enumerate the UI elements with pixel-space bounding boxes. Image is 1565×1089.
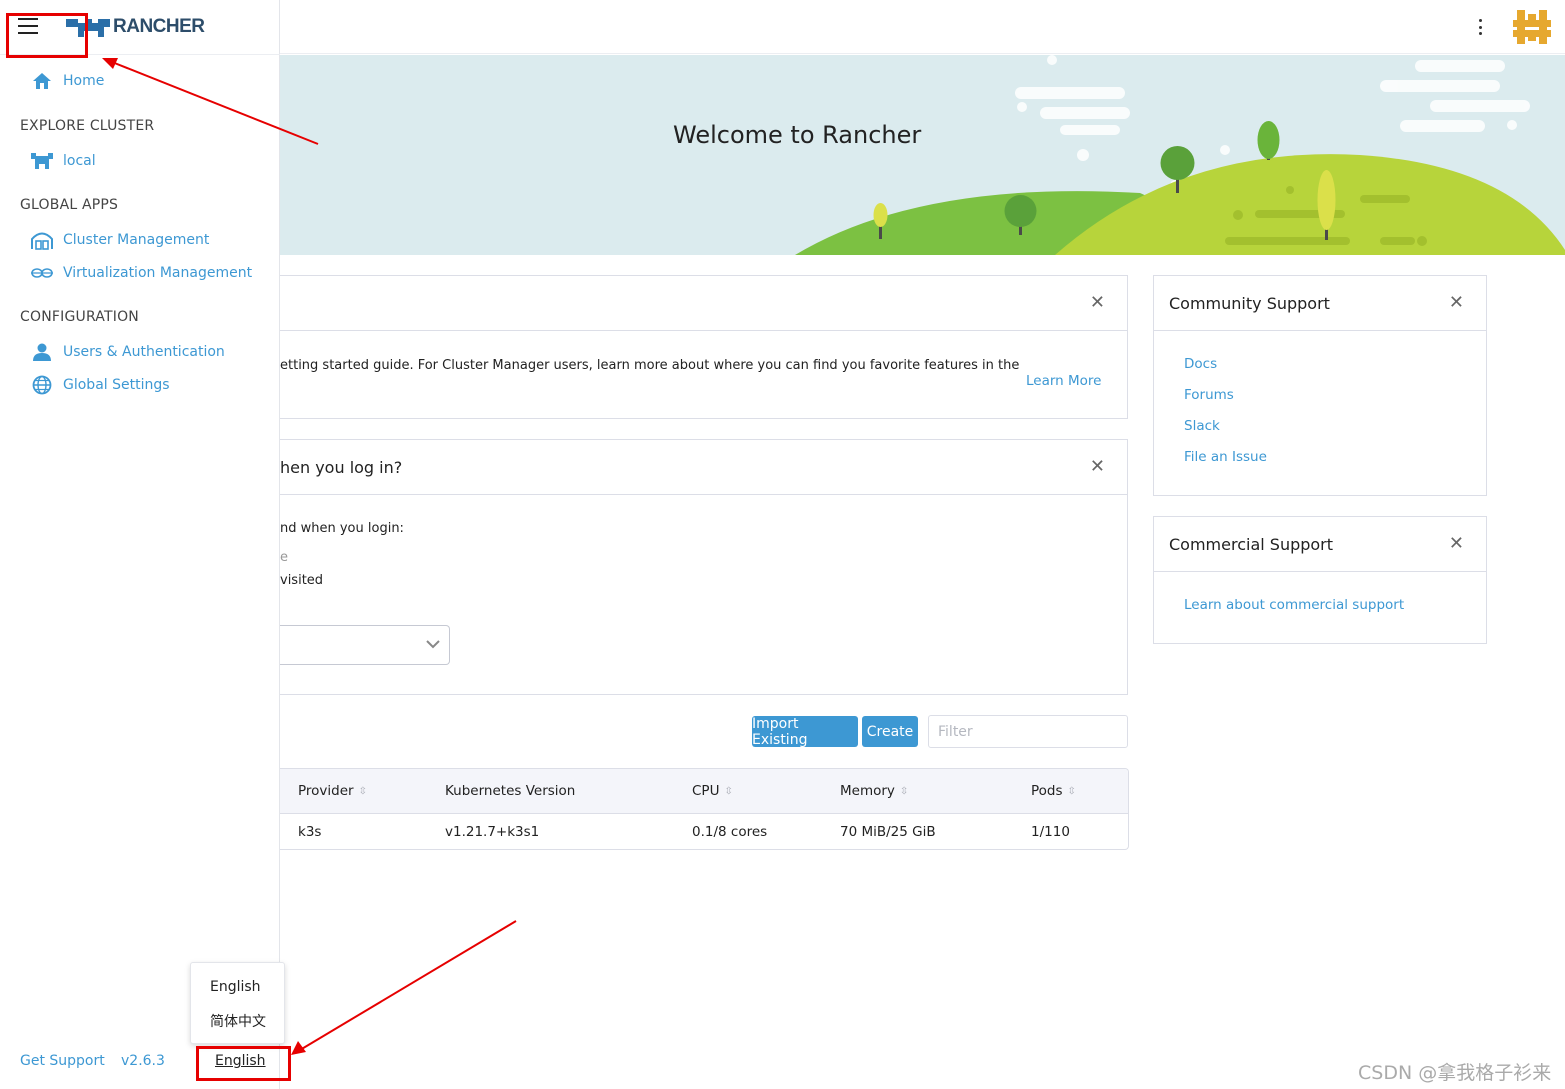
getting-started-text: etting started guide. For Cluster Manage… [280,358,1020,373]
column-cpu[interactable]: CPU ⇳ [692,783,733,799]
column-provider[interactable]: Provider ⇳ [298,783,367,799]
chevron-down-icon [426,640,440,649]
section-title-explore-cluster: EXPLORE CLUSTER [20,118,155,134]
sidebar-item-global-settings[interactable]: Global Settings [30,375,170,395]
get-support-link[interactable]: Get Support [20,1053,105,1069]
sidebar-item-label: Users & Authentication [63,344,225,360]
language-dropdown-menu: English 简体中文 [190,962,285,1044]
banner-illustration [795,55,1565,255]
cell-memory: 70 MiB/25 GiB [840,824,936,840]
sidebar-item-local[interactable]: local [30,151,96,171]
sidebar-item-label: Virtualization Management [63,265,253,281]
watermark: CSDN @拿我格子衫来 [1358,1062,1552,1084]
column-memory[interactable]: Memory ⇳ [840,783,908,799]
sidebar-item-cluster-management[interactable]: Cluster Management [30,230,209,250]
banner-title: Welcome to Rancher [673,121,922,149]
logo-text: RANCHER [113,16,205,37]
community-support-title: Community Support [1169,293,1330,313]
sort-icon: ⇳ [724,785,733,797]
sort-icon: ⇳ [358,785,367,797]
sort-icon: ⇳ [899,785,909,797]
slack-link[interactable]: Slack [1184,418,1220,434]
login-prompt: nd when you login: [280,521,404,536]
cluster-cow-icon [30,151,54,171]
login-option-2[interactable]: visited [280,573,323,588]
annotation-box-language [196,1046,291,1081]
login-preference-card: hen you log in? ✕ nd when you login: e v… [262,439,1128,695]
section-title-configuration: CONFIGURATION [20,309,139,325]
sidebar-item-users-authentication[interactable]: Users & Authentication [30,342,225,362]
user-icon [30,342,54,362]
section-title-global-apps: GLOBAL APPS [20,197,119,213]
getting-started-card: ✕ etting started guide. For Cluster Mana… [262,275,1128,419]
docs-link[interactable]: Docs [1184,356,1217,372]
language-option-english[interactable]: English [210,979,261,995]
login-option-1[interactable]: e [280,550,288,565]
home-icon [30,71,54,91]
login-card-title: hen you log in? [280,457,403,477]
sidebar-item-home[interactable]: Home [30,71,104,91]
import-existing-button[interactable]: Import Existing [752,716,858,748]
version-label: v2.6.3 [121,1053,165,1069]
learn-more-link[interactable]: Learn More [1026,373,1102,389]
close-icon[interactable]: ✕ [1090,458,1105,476]
welcome-banner: Welcome to Rancher [280,55,1565,255]
cell-version: v1.21.7+k3s1 [445,824,540,840]
card-header: Community Support ✕ [1154,276,1486,331]
card-header: ✕ [262,276,1127,331]
column-kubernetes-version: Kubernetes Version [445,783,576,799]
cluster-table: Provider ⇳ Kubernetes Version CPU ⇳ Memory… [262,768,1129,850]
cluster-select[interactable] [280,625,450,665]
language-option-chinese[interactable]: 简体中文 [210,1011,266,1031]
community-support-card: Community Support ✕ Docs Forums Slack Fi… [1153,275,1487,496]
cluster-management-icon [30,230,54,250]
card-header: Commercial Support ✕ [1154,517,1486,572]
commercial-support-link[interactable]: Learn about commercial support [1184,597,1404,613]
globe-icon [30,375,54,395]
commercial-support-title: Commercial Support [1169,534,1334,554]
sidebar-item-label: local [63,153,96,169]
side-nav: RANCHER Home EXPLORE CLUSTER local GLOBA… [0,0,285,1089]
annotation-box-menu [6,13,88,58]
cell-provider: k3s [298,824,322,840]
table-header: Provider ⇳ Kubernetes Version CPU ⇳ Memory… [262,769,1128,814]
sidebar-item-virtualization-management[interactable]: Virtualization Management [30,263,252,283]
sidebar-item-label: Home [63,73,105,89]
virtualization-icon [30,263,54,283]
forums-link[interactable]: Forums [1184,387,1234,403]
sidebar-item-label: Cluster Management [63,232,210,248]
create-cluster-button[interactable]: Create [862,716,918,747]
sort-icon: ⇳ [1067,785,1076,797]
rancher-home-page: Welcome to Rancher ✕ etting started guid… [0,0,1565,1089]
column-pods[interactable]: Pods ⇳ [1031,783,1076,799]
filter-input[interactable] [928,715,1128,748]
more-actions-icon[interactable] [1473,16,1487,38]
cell-cpu: 0.1/8 cores [692,824,768,840]
close-icon[interactable]: ✕ [1449,535,1464,553]
cell-pods: 1/110 [1031,824,1070,840]
close-icon[interactable]: ✕ [1449,294,1464,312]
commercial-support-card: Commercial Support ✕ Learn about commerc… [1153,516,1487,644]
file-issue-link[interactable]: File an Issue [1184,449,1267,465]
user-avatar[interactable] [1513,8,1551,46]
sidebar-item-label: Global Settings [63,377,170,393]
close-icon[interactable]: ✕ [1090,294,1105,312]
card-header: hen you log in? ✕ [262,440,1127,495]
